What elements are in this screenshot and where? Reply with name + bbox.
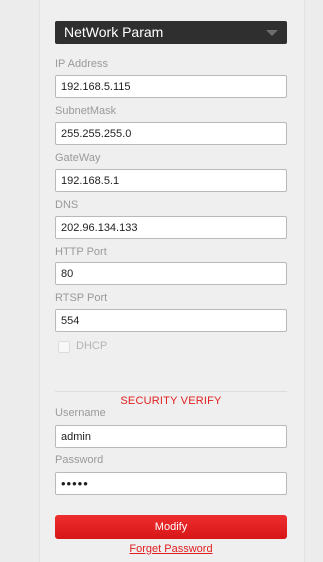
chevron-down-icon [266,30,278,36]
rtsp-port-label: RTSP Port [55,292,108,304]
http-port-input[interactable] [55,262,287,285]
password-input[interactable] [55,472,287,495]
subnet-mask-label: SubnetMask [55,105,117,117]
gateway-input[interactable] [55,169,287,192]
rtsp-port-input[interactable] [55,309,287,332]
username-label: Username [55,407,106,419]
section-divider [55,391,287,392]
modify-button[interactable]: Modify [55,515,287,539]
ip-address-input[interactable] [55,75,287,98]
dhcp-checkbox[interactable] [58,341,70,353]
subnet-mask-input[interactable] [55,122,287,145]
dns-label: DNS [55,199,79,211]
dhcp-label: DHCP [76,340,108,352]
dns-input[interactable] [55,216,287,239]
password-label: Password [55,454,104,466]
gateway-label: GateWay [55,152,101,164]
forget-password-link[interactable]: Forget Password [55,543,287,555]
ip-address-label: IP Address [55,58,108,70]
username-input[interactable] [55,425,287,448]
network-param-select-value: NetWork Param [64,24,164,40]
http-port-label: HTTP Port [55,246,107,258]
security-verify-title: SECURITY VERIFY [120,395,222,407]
network-param-select[interactable]: NetWork Param [55,21,287,44]
